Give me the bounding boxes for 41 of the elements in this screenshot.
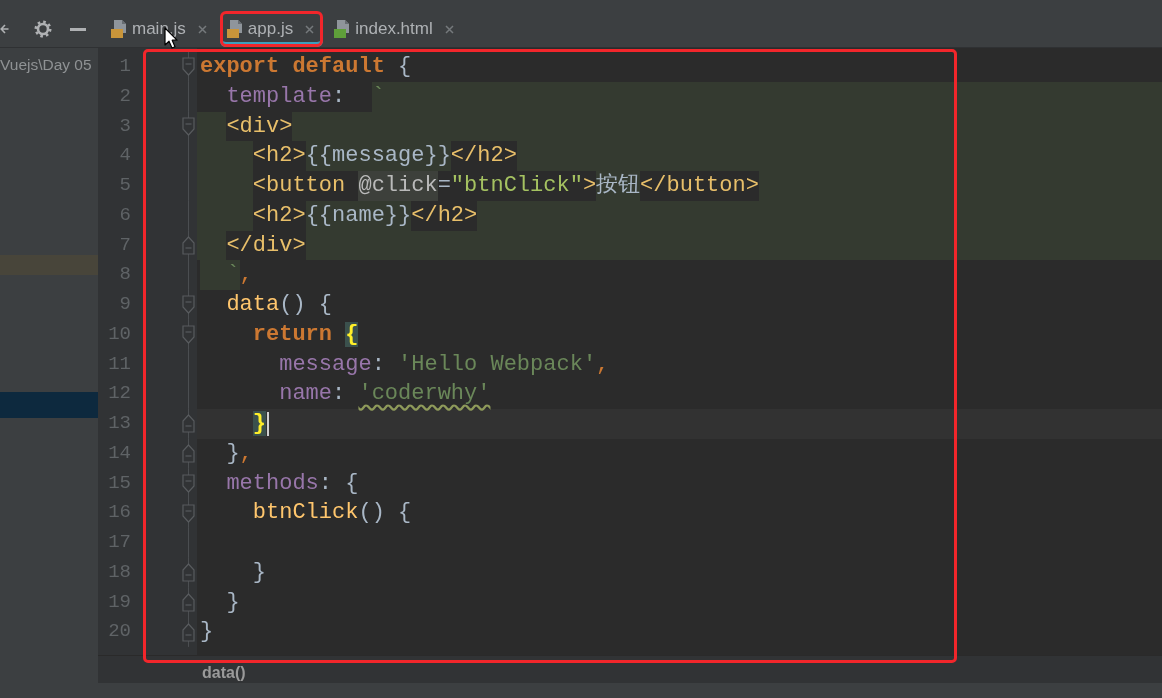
code-line: message: 'Hello Webpack',: [278, 350, 610, 379]
code-line: <h2>{{name}}</h2>: [200, 200, 478, 231]
arrow-left-icon[interactable]: [0, 23, 9, 35]
code-line: }: [200, 409, 269, 439]
close-icon[interactable]: [197, 24, 207, 34]
fold-marker-icon[interactable]: [182, 116, 195, 136]
fold-marker-icon[interactable]: [182, 592, 195, 612]
file-icon: [111, 20, 126, 38]
code-line: }: [200, 618, 214, 647]
code-line: export default {: [200, 53, 412, 81]
fold-marker-icon[interactable]: [182, 57, 195, 77]
code-line: return {: [251, 320, 359, 349]
fold-marker-icon[interactable]: [182, 563, 195, 583]
code-line: }: [225, 588, 240, 617]
breadcrumb-item[interactable]: data(): [202, 664, 246, 683]
fold-marker-icon[interactable]: [182, 503, 195, 523]
selected-row[interactable]: [0, 392, 98, 418]
fold-marker-icon[interactable]: [182, 473, 195, 493]
code-line: btnClick() {: [251, 499, 412, 528]
fold-marker-icon[interactable]: [182, 235, 195, 255]
code-line: },: [225, 439, 253, 468]
editor-tab[interactable]: index.html: [327, 11, 463, 47]
fold-marker-icon[interactable]: [182, 325, 195, 345]
file-icon: [334, 20, 350, 38]
code-line: }: [251, 558, 266, 587]
fold-marker-icon[interactable]: [182, 622, 195, 642]
project-path[interactable]: Vuejs\Day 05: [0, 48, 92, 82]
minus-icon[interactable]: [70, 27, 86, 31]
file-icon: [226, 20, 242, 38]
editor-tab[interactable]: app.js: [219, 11, 324, 47]
code-line: name: 'coderwhy': [278, 380, 491, 409]
fold-marker-icon[interactable]: [182, 295, 195, 315]
code-line: <button @click="btnClick">按钮</button>: [200, 171, 759, 201]
close-icon[interactable]: [305, 24, 315, 34]
fold-marker-icon[interactable]: [182, 444, 195, 464]
code-line: methods: {: [225, 469, 359, 498]
code-line: <h2>{{message}}</h2>: [251, 141, 517, 171]
settings-icon[interactable]: [34, 20, 52, 38]
code-line: data() {: [225, 291, 333, 319]
close-icon[interactable]: [444, 24, 454, 34]
fold-marker-icon[interactable]: [182, 414, 195, 434]
